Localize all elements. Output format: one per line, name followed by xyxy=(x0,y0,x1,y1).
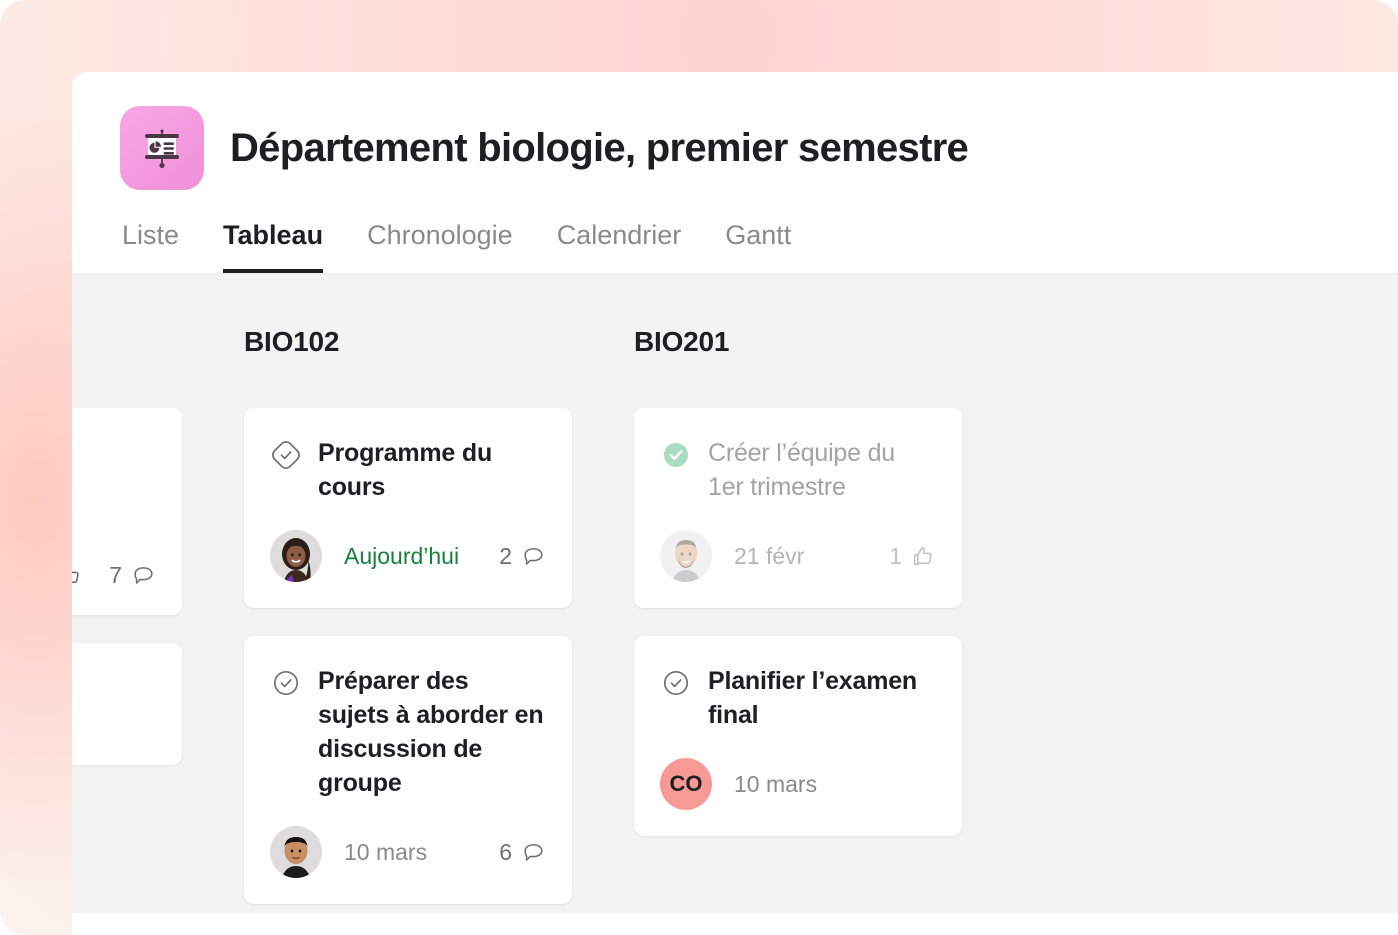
card-count-group: 2 xyxy=(499,543,546,570)
card-meta-row: Aujourd’hui 2 xyxy=(270,530,546,582)
presentation-board-icon[interactable] xyxy=(120,106,204,190)
column-card-list: es de cours 1 xyxy=(72,408,182,765)
avatar[interactable] xyxy=(660,530,712,582)
task-card[interactable]: Planifier l’examen final CO 10 mars xyxy=(634,636,962,836)
due-date: 21 févr xyxy=(734,542,805,569)
comment-count-value: 2 xyxy=(499,542,512,569)
task-title-line2: n xyxy=(72,705,156,739)
task-card[interactable]: romage n xyxy=(72,643,182,765)
card-title-row: romage xyxy=(72,671,156,705)
card-meta-row: 21 févr 1 xyxy=(660,530,936,582)
column-title xyxy=(72,326,182,360)
card-title-row: Créer l’équipe du 1er trimestre xyxy=(660,436,936,504)
app-header: Département biologie, premier semestre L… xyxy=(72,72,1398,273)
avatar-initials[interactable]: CO xyxy=(660,758,712,810)
tab-calendrier[interactable]: Calendrier xyxy=(557,220,682,273)
board-column-clipped: es de cours 1 xyxy=(72,326,182,904)
avatar-initials-label: CO xyxy=(669,771,703,796)
due-date: 10 mars xyxy=(344,838,428,865)
board-column-bio102: BIO102 Programme du cours Aujourd’hui 2 … xyxy=(244,326,572,904)
column-card-list: Programme du cours Aujourd’hui 2 Prépare… xyxy=(244,408,572,904)
card-meta-row: 10 mars 6 xyxy=(270,826,546,878)
task-title: Préparer des sujets à aborder en discuss… xyxy=(318,667,544,797)
comment-count[interactable]: 2 xyxy=(499,543,546,570)
card-title-row: es de cours xyxy=(72,436,156,470)
task-card[interactable]: es de cours 1 xyxy=(72,408,182,615)
card-count-group: 6 xyxy=(499,839,546,866)
milestone-check-icon[interactable] xyxy=(270,439,302,471)
card-title-row: Programme du cours xyxy=(270,436,546,504)
card-meta-row: CO 10 mars xyxy=(660,758,936,810)
comment-count-value: 6 xyxy=(499,838,512,865)
task-title: Planifier l’examen final xyxy=(708,667,917,729)
thumbs-up-icon xyxy=(72,563,83,588)
task-title: Créer l’équipe du 1er trimestre xyxy=(708,439,895,501)
card-meta-row: 1 7 xyxy=(72,562,156,589)
board-view: es de cours 1 xyxy=(72,273,1398,913)
card-title-row: Planifier l’examen final xyxy=(660,664,936,732)
completed-check-icon[interactable] xyxy=(660,439,692,471)
thumbs-up-icon xyxy=(911,544,936,569)
comment-count-value: 7 xyxy=(109,562,122,588)
project-title-row: Département biologie, premier semestre xyxy=(120,106,1398,190)
tab-gantt[interactable]: Gantt xyxy=(725,220,791,273)
task-card[interactable]: Créer l’équipe du 1er trimestre 21 févr … xyxy=(634,408,962,608)
due-date: 10 mars xyxy=(734,770,818,797)
task-card[interactable]: Préparer des sujets à aborder en discuss… xyxy=(244,636,572,904)
board-columns: es de cours 1 xyxy=(72,274,1398,904)
card-title-row: Préparer des sujets à aborder en discuss… xyxy=(270,664,546,800)
column-card-list: Créer l’équipe du 1er trimestre 21 févr … xyxy=(634,408,962,836)
tab-chronologie[interactable]: Chronologie xyxy=(367,220,513,273)
column-title: BIO201 xyxy=(634,326,730,357)
comment-icon xyxy=(521,544,546,569)
comment-icon xyxy=(131,563,156,588)
comment-count[interactable]: 7 xyxy=(109,562,156,589)
card-count-group: 1 7 xyxy=(72,562,156,589)
comment-count[interactable]: 6 xyxy=(499,839,546,866)
tab-liste[interactable]: Liste xyxy=(122,220,179,273)
page-title: Département biologie, premier semestre xyxy=(230,125,969,170)
card-count-group: 1 xyxy=(889,543,936,570)
due-date: Aujourd’hui xyxy=(344,542,460,569)
avatar[interactable] xyxy=(270,826,322,878)
circle-check-icon[interactable] xyxy=(660,667,692,699)
view-tab-bar: Liste Tableau Chronologie Calendrier Gan… xyxy=(120,220,1398,273)
page-backdrop: Département biologie, premier semestre L… xyxy=(0,0,1398,935)
like-count[interactable]: 1 xyxy=(889,543,936,570)
column-title: BIO102 xyxy=(244,326,340,357)
app-window: Département biologie, premier semestre L… xyxy=(72,72,1398,935)
like-count[interactable]: 1 xyxy=(72,562,83,589)
task-title: Programme du cours xyxy=(318,439,493,501)
avatar[interactable] xyxy=(270,530,322,582)
circle-check-icon[interactable] xyxy=(270,667,302,699)
comment-icon xyxy=(521,840,546,865)
board-column-bio201: BIO201 Créer l’équipe du 1er trimestre 2… xyxy=(634,326,962,904)
like-count-value: 1 xyxy=(889,542,902,569)
task-card[interactable]: Programme du cours Aujourd’hui 2 xyxy=(244,408,572,608)
tab-tableau[interactable]: Tableau xyxy=(223,220,324,273)
